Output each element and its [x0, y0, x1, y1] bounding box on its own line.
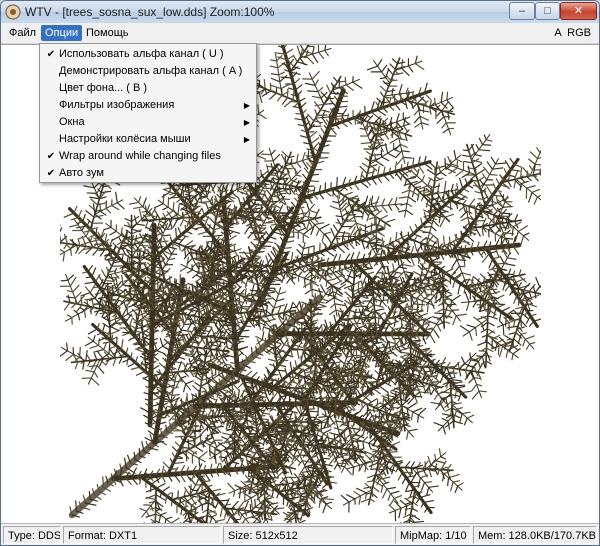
submenu-arrow-icon: ▶	[243, 118, 250, 127]
menu-help[interactable]: Помощь	[82, 25, 133, 41]
menu-item-windows[interactable]: Окна ▶	[42, 114, 254, 131]
menu-item-label: Демонстрировать альфа канал ( A )	[59, 65, 243, 77]
channel-indicator[interactable]: A RGB	[554, 27, 591, 39]
check-icon: ✔	[46, 168, 56, 179]
status-bar: Type: DDS Format: DXT1 Size: 512x512 Mip…	[1, 523, 599, 545]
check-icon: ✔	[46, 151, 56, 162]
app-icon	[5, 4, 21, 20]
menu-item-use-alpha[interactable]: ✔ Использовать альфа канал ( U )	[42, 46, 254, 63]
options-dropdown-menu: ✔ Использовать альфа канал ( U ) Демонст…	[39, 43, 257, 183]
title-bar[interactable]: WTV - [trees_sosna_sux_low.dds] Zoom:100…	[1, 1, 599, 24]
menu-file[interactable]: Файл	[5, 25, 40, 41]
submenu-arrow-icon: ▶	[243, 101, 250, 110]
menu-item-label: Wrap around while changing files	[59, 150, 221, 162]
minimize-button[interactable]: –	[509, 2, 535, 20]
menu-item-image-filters[interactable]: Фильтры изображения ▶	[42, 97, 254, 114]
status-memory: Mem: 128.0KB/170.7KB	[473, 526, 597, 544]
menu-item-show-alpha[interactable]: Демонстрировать альфа канал ( A )	[42, 63, 254, 80]
maximize-button[interactable]: □	[535, 2, 560, 20]
menu-item-label: Использовать альфа канал ( U )	[59, 48, 224, 60]
menu-item-background-color[interactable]: Цвет фона... ( B )	[42, 80, 254, 97]
status-type: Type: DDS	[3, 526, 61, 544]
menu-item-label: Авто зум	[59, 167, 104, 179]
status-mipmap: MipMap: 1/10	[395, 526, 471, 544]
menu-item-wrap-around[interactable]: ✔ Wrap around while changing files	[42, 148, 254, 165]
menu-item-label: Настройки колёсиа мыши	[59, 133, 191, 145]
status-size: Size: 512x512	[223, 526, 393, 544]
close-button[interactable]: ✕	[560, 2, 597, 20]
menu-options[interactable]: Опции	[41, 25, 83, 41]
menu-item-label: Фильтры изображения	[59, 99, 175, 111]
check-icon: ✔	[46, 49, 56, 60]
status-format: Format: DXT1	[63, 526, 221, 544]
menu-item-label: Окна	[59, 116, 85, 128]
menu-item-auto-zoom[interactable]: ✔ Авто зум	[42, 165, 254, 182]
window-title: WTV - [trees_sosna_sux_low.dds] Zoom:100…	[25, 5, 275, 19]
menu-bar: Файл Опции Помощь A RGB	[1, 23, 599, 44]
app-window: WTV - [trees_sosna_sux_low.dds] Zoom:100…	[0, 0, 600, 546]
submenu-arrow-icon: ▶	[243, 135, 250, 144]
menu-item-mouse-wheel-settings[interactable]: Настройки колёсиа мыши ▶	[42, 131, 254, 148]
menu-item-label: Цвет фона... ( B )	[59, 82, 148, 94]
